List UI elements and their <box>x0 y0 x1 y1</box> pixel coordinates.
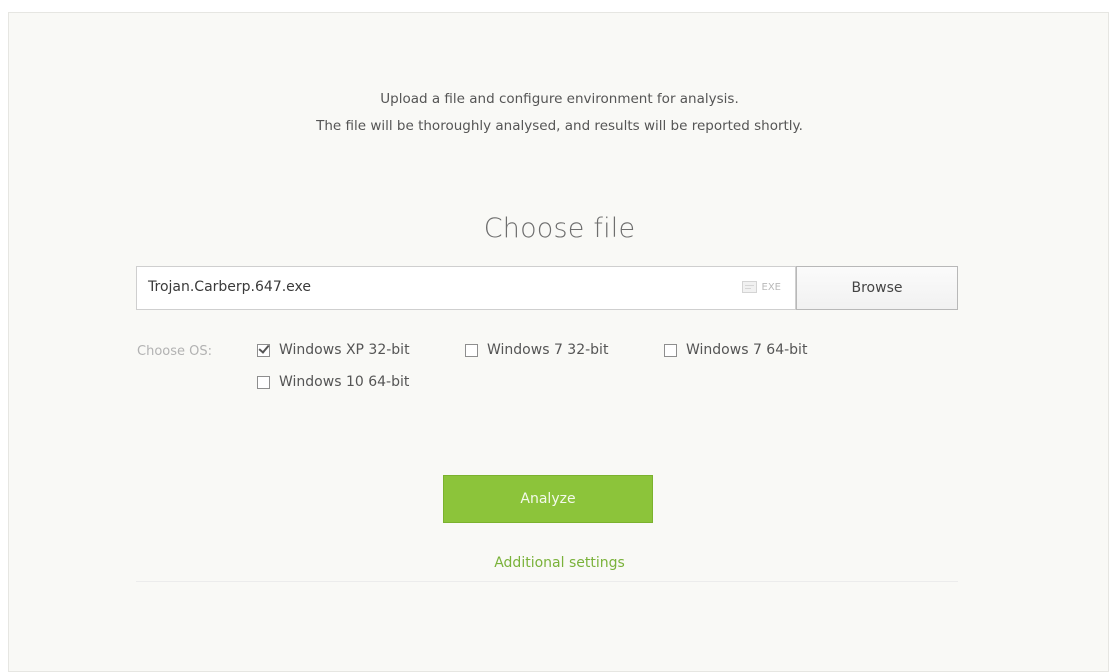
intro-text-line-2: The file will be thoroughly analysed, an… <box>316 118 803 134</box>
os-option-label: Windows 7 64-bit <box>686 342 808 358</box>
checkbox-windows-xp-32[interactable] <box>257 343 270 357</box>
file-type-icon <box>741 281 757 293</box>
file-name: Trojan.Carberp.647.exe <box>148 279 312 295</box>
intro-text-line-1: Upload a file and configure environment … <box>380 91 739 107</box>
file-type-label: EXE <box>761 281 782 293</box>
checkbox-windows-10-64[interactable] <box>257 375 270 389</box>
checkbox-windows-7-64[interactable] <box>664 343 677 357</box>
choose-os-label: Choose OS: <box>137 344 212 359</box>
os-option-windows-7-64[interactable]: Windows 7 64-bit <box>664 342 807 358</box>
file-input[interactable]: Trojan.Carberp.647.exe EXE <box>136 266 796 310</box>
additional-settings-link[interactable]: Additional settings <box>9 555 1110 571</box>
os-option-label: Windows 10 64-bit <box>279 374 410 390</box>
file-type-badge: EXE <box>741 281 782 293</box>
os-option-windows-10-64[interactable]: Windows 10 64-bit <box>257 374 409 390</box>
divider <box>136 581 958 582</box>
upload-panel: Upload a file and configure environment … <box>8 12 1109 672</box>
os-option-windows-7-32[interactable]: Windows 7 32-bit <box>465 342 608 358</box>
browse-button[interactable]: Browse <box>796 266 958 310</box>
os-option-windows-xp-32[interactable]: Windows XP 32-bit <box>257 342 410 358</box>
os-option-label: Windows XP 32-bit <box>279 342 410 358</box>
os-option-label: Windows 7 32-bit <box>487 342 609 358</box>
checkbox-windows-7-32[interactable] <box>465 343 478 357</box>
analyze-button[interactable]: Analyze <box>443 475 653 523</box>
file-chooser: Trojan.Carberp.647.exe EXE Browse <box>136 266 958 310</box>
page-title: Choose file <box>483 213 636 244</box>
